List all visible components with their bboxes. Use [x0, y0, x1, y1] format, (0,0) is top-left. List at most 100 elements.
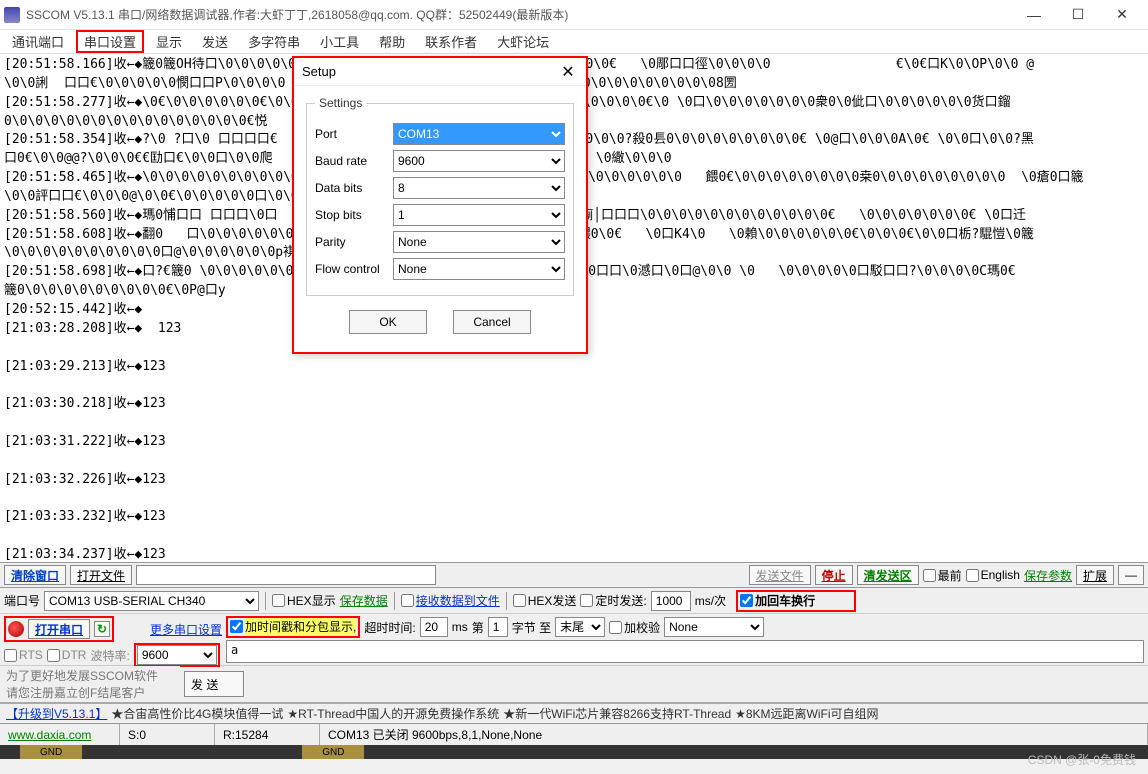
seg-input[interactable] [488, 617, 508, 637]
send-textarea[interactable]: a [226, 640, 1144, 663]
record-icon [8, 621, 24, 637]
menu-comm-port[interactable]: 通讯端口 [4, 30, 72, 53]
file-path-input[interactable] [136, 565, 436, 585]
menu-display[interactable]: 显示 [148, 30, 190, 53]
close-button[interactable]: ✕ [1100, 0, 1144, 30]
promo2[interactable]: ★RT-Thread中国人的开源免费操作系统 [287, 705, 499, 722]
settings-legend: Settings [315, 96, 366, 110]
add-crlf-check[interactable]: 加回车换行 [740, 592, 815, 609]
stop-button[interactable]: 停止 [815, 565, 853, 585]
window-buttons: — ☐ ✕ [1012, 0, 1144, 30]
promo-bar: 【升级到V5.13.1】 ★合宙高性价比4G模块值得一试 ★RT-Thread中… [0, 703, 1148, 723]
baud-rate-label: 波特率: [90, 647, 129, 664]
baud-rate-select[interactable]: 9600 [137, 645, 217, 665]
status-s: S:0 [120, 724, 215, 745]
timestamp-box: 加时间戳和分包显示, [226, 616, 360, 638]
menu-multistring[interactable]: 多字符串 [240, 30, 308, 53]
setup-dialog: Setup ✕ Settings Port COM13 Baud rate 96… [292, 56, 588, 354]
timed-send-check[interactable]: 定时发送: [580, 592, 646, 609]
port-num-select[interactable]: COM13 USB-SERIAL CH340 [44, 591, 259, 611]
help-text: 为了更好地发展SSCOM软件 请您注册嘉立创F结尾客户 [0, 666, 180, 702]
interval-input[interactable] [651, 591, 691, 611]
statusbar: www.daxia.com S:0 R:15284 COM13 已关闭 9600… [0, 723, 1148, 745]
baud-rate-box: 9600 [134, 643, 220, 667]
seg-label: 第 [472, 619, 484, 636]
clear-send-button[interactable]: 清发送区 [857, 565, 919, 585]
flow-label: Flow control [315, 262, 393, 276]
dialog-title: Setup [302, 64, 336, 79]
databits-label: Data bits [315, 181, 393, 195]
reload-icon[interactable]: ↻ [94, 621, 110, 637]
settings-fieldset: Settings Port COM13 Baud rate 9600 Data … [306, 96, 574, 296]
hex-send-check[interactable]: HEX发送 [513, 592, 577, 609]
status-port: COM13 已关闭 9600bps,8,1,None,None [320, 724, 1148, 745]
seg-to-label: 字节 至 [512, 619, 551, 636]
topmost-check[interactable]: 最前 [923, 567, 962, 584]
english-check[interactable]: English [966, 568, 1020, 582]
timeout-input[interactable] [420, 617, 448, 637]
check-type-select[interactable]: None [664, 617, 764, 637]
menu-contact[interactable]: 联系作者 [417, 30, 485, 53]
parity-select[interactable]: None [393, 231, 565, 253]
promo1[interactable]: ★合宙高性价比4G模块值得一试 [111, 705, 283, 722]
port-select[interactable]: COM13 [393, 123, 565, 145]
send-button[interactable]: 发 送 [184, 671, 244, 697]
timestamp-check[interactable]: 加时间戳和分包显示, [230, 618, 356, 635]
app-icon [4, 7, 20, 23]
rts-check[interactable]: RTS [4, 648, 43, 662]
titlebar: SSCOM V5.13.1 串口/网络数据调试器,作者:大虾丁丁,2618058… [0, 0, 1148, 30]
port-num-label: 端口号 [4, 592, 40, 609]
toolbar-row1: 清除窗口 打开文件 发送文件 停止 清发送区 最前 English 保存参数 扩… [0, 562, 1148, 588]
parity-label: Parity [315, 235, 393, 249]
gnd-label-1: GND [20, 745, 82, 759]
open-port-button[interactable]: 打开串口 [28, 619, 90, 639]
menu-tools[interactable]: 小工具 [312, 30, 367, 53]
menu-serial-settings[interactable]: 串口设置 [76, 30, 144, 53]
more-settings-link[interactable]: 更多串口设置 [150, 621, 222, 638]
menu-forum[interactable]: 大虾论坛 [489, 30, 557, 53]
port-label: Port [315, 127, 393, 141]
baud-select[interactable]: 9600 [393, 150, 565, 172]
expand-button[interactable]: 扩展 [1076, 565, 1114, 585]
save-param-link[interactable]: 保存参数 [1024, 567, 1072, 584]
menu-send[interactable]: 发送 [194, 30, 236, 53]
interval-unit: ms/次 [695, 592, 726, 609]
send-file-button[interactable]: 发送文件 [749, 565, 811, 585]
gnd-label-2: GND [302, 745, 364, 759]
baud-label: Baud rate [315, 154, 393, 168]
add-crlf-box: 加回车换行 [736, 590, 856, 612]
toolbar-row3: 打开串口 ↻ 更多串口设置 RTS DTR 波特率: 9600 加时间戳和分包显… [0, 614, 1148, 666]
recv-to-file-check[interactable]: 接收数据到文件 [401, 592, 500, 609]
add-check-check[interactable]: 加校验 [609, 619, 660, 636]
stopbits-select[interactable]: 1 [393, 204, 565, 226]
flow-select[interactable]: None [393, 258, 565, 280]
menu-help[interactable]: 帮助 [371, 30, 413, 53]
open-file-button[interactable]: 打开文件 [70, 565, 132, 585]
window-title: SSCOM V5.13.1 串口/网络数据调试器,作者:大虾丁丁,2618058… [26, 6, 1012, 23]
ok-button[interactable]: OK [349, 310, 427, 334]
cancel-button[interactable]: Cancel [453, 310, 531, 334]
status-r: R:15284 [215, 724, 320, 745]
status-url[interactable]: www.daxia.com [8, 728, 91, 742]
toolbar-row2: 端口号 COM13 USB-SERIAL CH340 HEX显示 保存数据 接收… [0, 588, 1148, 614]
dialog-titlebar: Setup ✕ [294, 58, 586, 86]
dtr-check[interactable]: DTR [47, 648, 87, 662]
menubar: 通讯端口 串口设置 显示 发送 多字符串 小工具 帮助 联系作者 大虾论坛 [0, 30, 1148, 54]
timeout-label: 超时时间: [364, 619, 415, 636]
minimize-button[interactable]: — [1012, 0, 1056, 30]
open-port-box: 打开串口 ↻ [4, 616, 114, 642]
ms-label: ms [452, 620, 468, 634]
clear-window-button[interactable]: 清除窗口 [4, 565, 66, 585]
stopbits-label: Stop bits [315, 208, 393, 222]
save-data-link[interactable]: 保存数据 [340, 592, 388, 609]
maximize-button[interactable]: ☐ [1056, 0, 1100, 30]
dialog-close-icon[interactable]: ✕ [558, 62, 578, 82]
promo4[interactable]: ★8KM远距离WiFi可自组网 [735, 705, 878, 722]
seg-end-select[interactable]: 末尾 [555, 617, 605, 637]
upgrade-link[interactable]: 【升级到V5.13.1】 [6, 705, 107, 722]
collapse-button[interactable]: — [1118, 565, 1144, 585]
hex-display-check[interactable]: HEX显示 [272, 592, 336, 609]
databits-select[interactable]: 8 [393, 177, 565, 199]
bottom-strip: GND GND [0, 745, 1148, 759]
promo3[interactable]: ★新一代WiFi芯片兼容8266支持RT-Thread [503, 705, 731, 722]
